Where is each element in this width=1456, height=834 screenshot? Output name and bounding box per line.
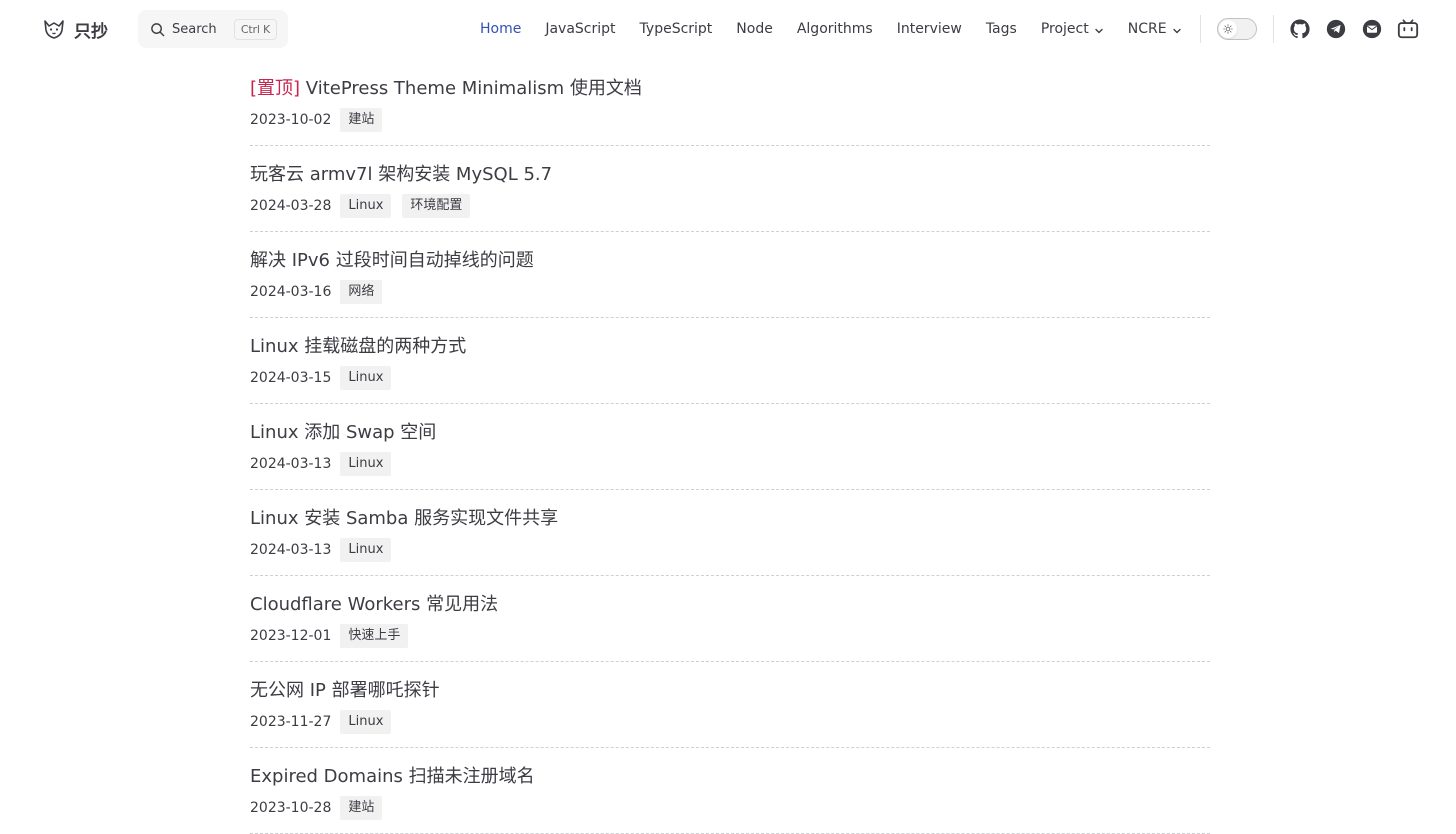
nav-item-label: Home: [480, 21, 522, 37]
nav-item-label: NCRE: [1127, 21, 1167, 37]
post-date: 2023-10-02: [250, 112, 332, 128]
post-meta: 2023-12-01 快速上手: [250, 624, 419, 648]
nav-item-algorithms[interactable]: Algorithms: [785, 0, 885, 58]
nav-item-label: Algorithms: [796, 21, 873, 37]
post-meta: 2023-11-27 Linux: [250, 710, 402, 734]
nav-item-label: Tags: [985, 21, 1017, 37]
post-list: [置顶] VitePress Theme Minimalism 使用文档 2023…: [250, 60, 1210, 834]
post-item: 解决 IPv6 过段时间自动掉线的问题 2024-03-16 网络: [250, 232, 1210, 318]
post-title-link[interactable]: 玩客云 armv7l 架构安装 MySQL 5.7: [250, 160, 552, 186]
post-tag[interactable]: Linux: [340, 710, 392, 734]
search-label: Search: [172, 21, 217, 37]
husky-logo-icon: [42, 17, 66, 41]
post-tag[interactable]: 环境配置: [402, 194, 471, 218]
nav-item-home[interactable]: Home: [468, 0, 533, 58]
post-date: 2023-12-01: [250, 628, 332, 644]
pinned-badge: [置顶]: [250, 78, 301, 99]
post-tag[interactable]: Linux: [340, 538, 392, 562]
post-date: 2024-03-28: [250, 198, 332, 214]
post-title-text: Expired Domains 扫描未注册域名: [250, 766, 535, 787]
post-item: 玩客云 armv7l 架构安装 MySQL 5.7 2024-03-28 Linux…: [250, 146, 1210, 232]
post-item: Linux 挂载磁盘的两种方式 2024-03-15 Linux: [250, 318, 1210, 404]
nav-item-label: TypeScript: [639, 21, 713, 37]
brand-link[interactable]: 只抄: [42, 16, 108, 42]
theme-toggle[interactable]: [1217, 18, 1257, 40]
nav-item-ncre[interactable]: NCRE: [1116, 0, 1194, 58]
nav-divider: [1273, 15, 1274, 43]
post-item: Linux 添加 Swap 空间 2024-03-13 Linux: [250, 404, 1210, 490]
nav-item-javascript[interactable]: JavaScript: [533, 0, 627, 58]
post-title-text: Linux 挂载磁盘的两种方式: [250, 336, 467, 357]
post-date: 2024-03-16: [250, 284, 332, 300]
post-tag[interactable]: Linux: [340, 194, 392, 218]
chevron-down-icon: [1172, 24, 1182, 34]
nav-item-label: Interview: [896, 21, 962, 37]
search-shortcut-hint: Ctrl K: [233, 19, 277, 40]
post-item: 无公网 IP 部署哪吒探针 2023-11-27 Linux: [250, 662, 1210, 748]
post-meta: 2024-03-15 Linux: [250, 366, 402, 390]
bilibili-icon[interactable]: [1397, 18, 1419, 40]
post-meta: 2023-10-28 建站: [250, 796, 393, 820]
post-title-link[interactable]: Linux 安装 Samba 服务实现文件共享: [250, 504, 558, 530]
search-button[interactable]: Search Ctrl K: [138, 10, 288, 48]
sun-icon: [1223, 24, 1233, 34]
post-title-text: Cloudflare Workers 常见用法: [250, 594, 499, 615]
nav-item-node[interactable]: Node: [724, 0, 785, 58]
post-item: [置顶] VitePress Theme Minimalism 使用文档 2023…: [250, 60, 1210, 146]
post-title-link[interactable]: Linux 挂载磁盘的两种方式: [250, 332, 466, 358]
post-title-text: Linux 安装 Samba 服务实现文件共享: [250, 508, 559, 529]
post-meta: 2024-03-16 网络: [250, 280, 393, 304]
toggle-knob: [1219, 20, 1237, 38]
nav-divider: [1200, 15, 1201, 43]
site-title: 只抄: [74, 21, 108, 42]
post-date: 2023-11-27: [250, 714, 332, 730]
post-date: 2023-10-28: [250, 800, 332, 816]
post-title-link[interactable]: 无公网 IP 部署哪吒探针: [250, 676, 440, 702]
post-tag[interactable]: Linux: [340, 366, 392, 390]
chevron-down-icon: [1094, 24, 1104, 34]
post-tag[interactable]: 网络: [340, 280, 383, 304]
github-icon[interactable]: [1289, 18, 1311, 40]
post-title-link[interactable]: [置顶] VitePress Theme Minimalism 使用文档: [250, 74, 642, 100]
post-date: 2024-03-13: [250, 456, 332, 472]
nav-item-project[interactable]: Project: [1029, 0, 1116, 58]
telegram-icon[interactable]: [1325, 18, 1347, 40]
post-title-link[interactable]: Linux 添加 Swap 空间: [250, 418, 436, 444]
post-date: 2024-03-15: [250, 370, 332, 386]
post-title-link[interactable]: Cloudflare Workers 常见用法: [250, 590, 498, 616]
nav-item-label: Node: [736, 21, 773, 37]
nav-item-label: Project: [1040, 21, 1089, 37]
nav-item-typescript[interactable]: TypeScript: [628, 0, 725, 58]
nav-item-tags[interactable]: Tags: [974, 0, 1029, 58]
main-menu: Home JavaScript TypeScript Node Algorithms In…: [468, 0, 1194, 58]
post-title-link[interactable]: Expired Domains 扫描未注册域名: [250, 762, 535, 788]
post-title-text: 玩客云 armv7l 架构安装 MySQL 5.7: [250, 164, 553, 185]
mail-icon[interactable]: [1361, 18, 1383, 40]
post-date: 2024-03-13: [250, 542, 332, 558]
post-meta: 2024-03-28 Linux 环境配置: [250, 194, 481, 218]
post-title-link[interactable]: 解决 IPv6 过段时间自动掉线的问题: [250, 246, 534, 272]
nav-item-label: JavaScript: [545, 21, 616, 37]
post-tag[interactable]: 建站: [340, 796, 383, 820]
search-icon: [150, 22, 165, 37]
post-title-text: 解决 IPv6 过段时间自动掉线的问题: [250, 250, 534, 271]
post-tag[interactable]: Linux: [340, 452, 392, 476]
top-nav: 只抄 Search Ctrl K Home JavaScript TypeScrip…: [0, 0, 1456, 60]
post-meta: 2024-03-13 Linux: [250, 538, 402, 562]
post-tag[interactable]: 快速上手: [340, 624, 409, 648]
nav-item-interview[interactable]: Interview: [885, 0, 974, 58]
post-meta: 2023-10-02 建站: [250, 108, 393, 132]
post-meta: 2024-03-13 Linux: [250, 452, 402, 476]
post-title-text: 无公网 IP 部署哪吒探针: [250, 680, 440, 701]
post-item: Linux 安装 Samba 服务实现文件共享 2024-03-13 Linux: [250, 490, 1210, 576]
post-title-text: VitePress Theme Minimalism 使用文档: [305, 78, 642, 99]
post-tag[interactable]: 建站: [340, 108, 383, 132]
post-title-text: Linux 添加 Swap 空间: [250, 422, 437, 443]
post-item: Expired Domains 扫描未注册域名 2023-10-28 建站: [250, 748, 1210, 834]
post-item: Cloudflare Workers 常见用法 2023-12-01 快速上手: [250, 576, 1210, 662]
